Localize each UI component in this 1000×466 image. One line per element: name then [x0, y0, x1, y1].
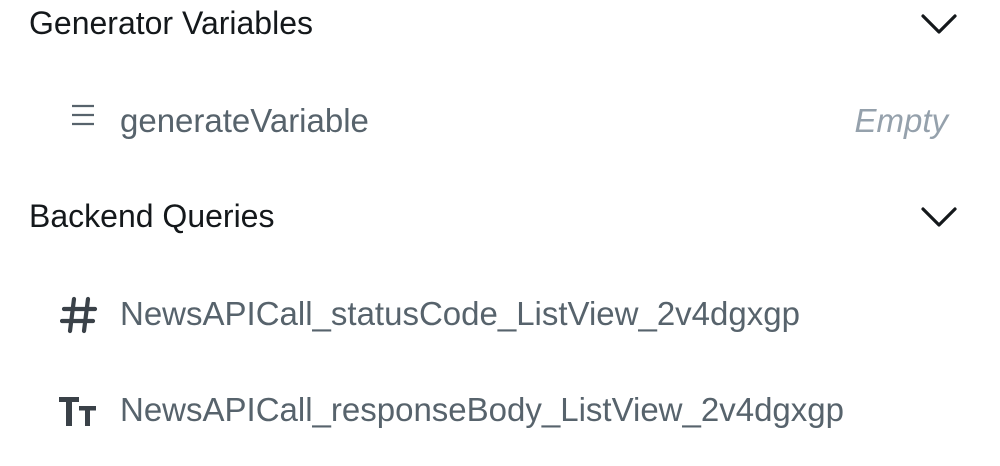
- variable-label: generateVariable: [120, 102, 369, 139]
- list-icon: [72, 104, 94, 126]
- text-type-icon: [59, 397, 96, 426]
- list-item-generate-variable[interactable]: generateVariable Empty: [0, 86, 1000, 156]
- number-icon: [60, 296, 98, 334]
- list-item-response-body[interactable]: NewsAPICall_responseBody_ListView_2v4dgx…: [0, 376, 1000, 446]
- section-title: Backend Queries: [29, 198, 275, 234]
- query-label: NewsAPICall_responseBody_ListView_2v4dgx…: [120, 391, 844, 428]
- variables-panel: Generator Variables generateVariable Emp…: [0, 0, 1000, 466]
- variable-value: Empty: [854, 102, 948, 139]
- chevron-down-icon[interactable]: [920, 12, 958, 36]
- section-header-backend-queries[interactable]: Backend Queries: [0, 188, 1000, 248]
- list-item-status-code[interactable]: NewsAPICall_statusCode_ListView_2v4dgxgp: [0, 280, 1000, 350]
- query-label: NewsAPICall_statusCode_ListView_2v4dgxgp: [120, 295, 800, 332]
- section-title: Generator Variables: [29, 5, 313, 41]
- chevron-down-icon[interactable]: [920, 205, 958, 229]
- section-header-generator-variables[interactable]: Generator Variables: [0, 0, 1000, 60]
